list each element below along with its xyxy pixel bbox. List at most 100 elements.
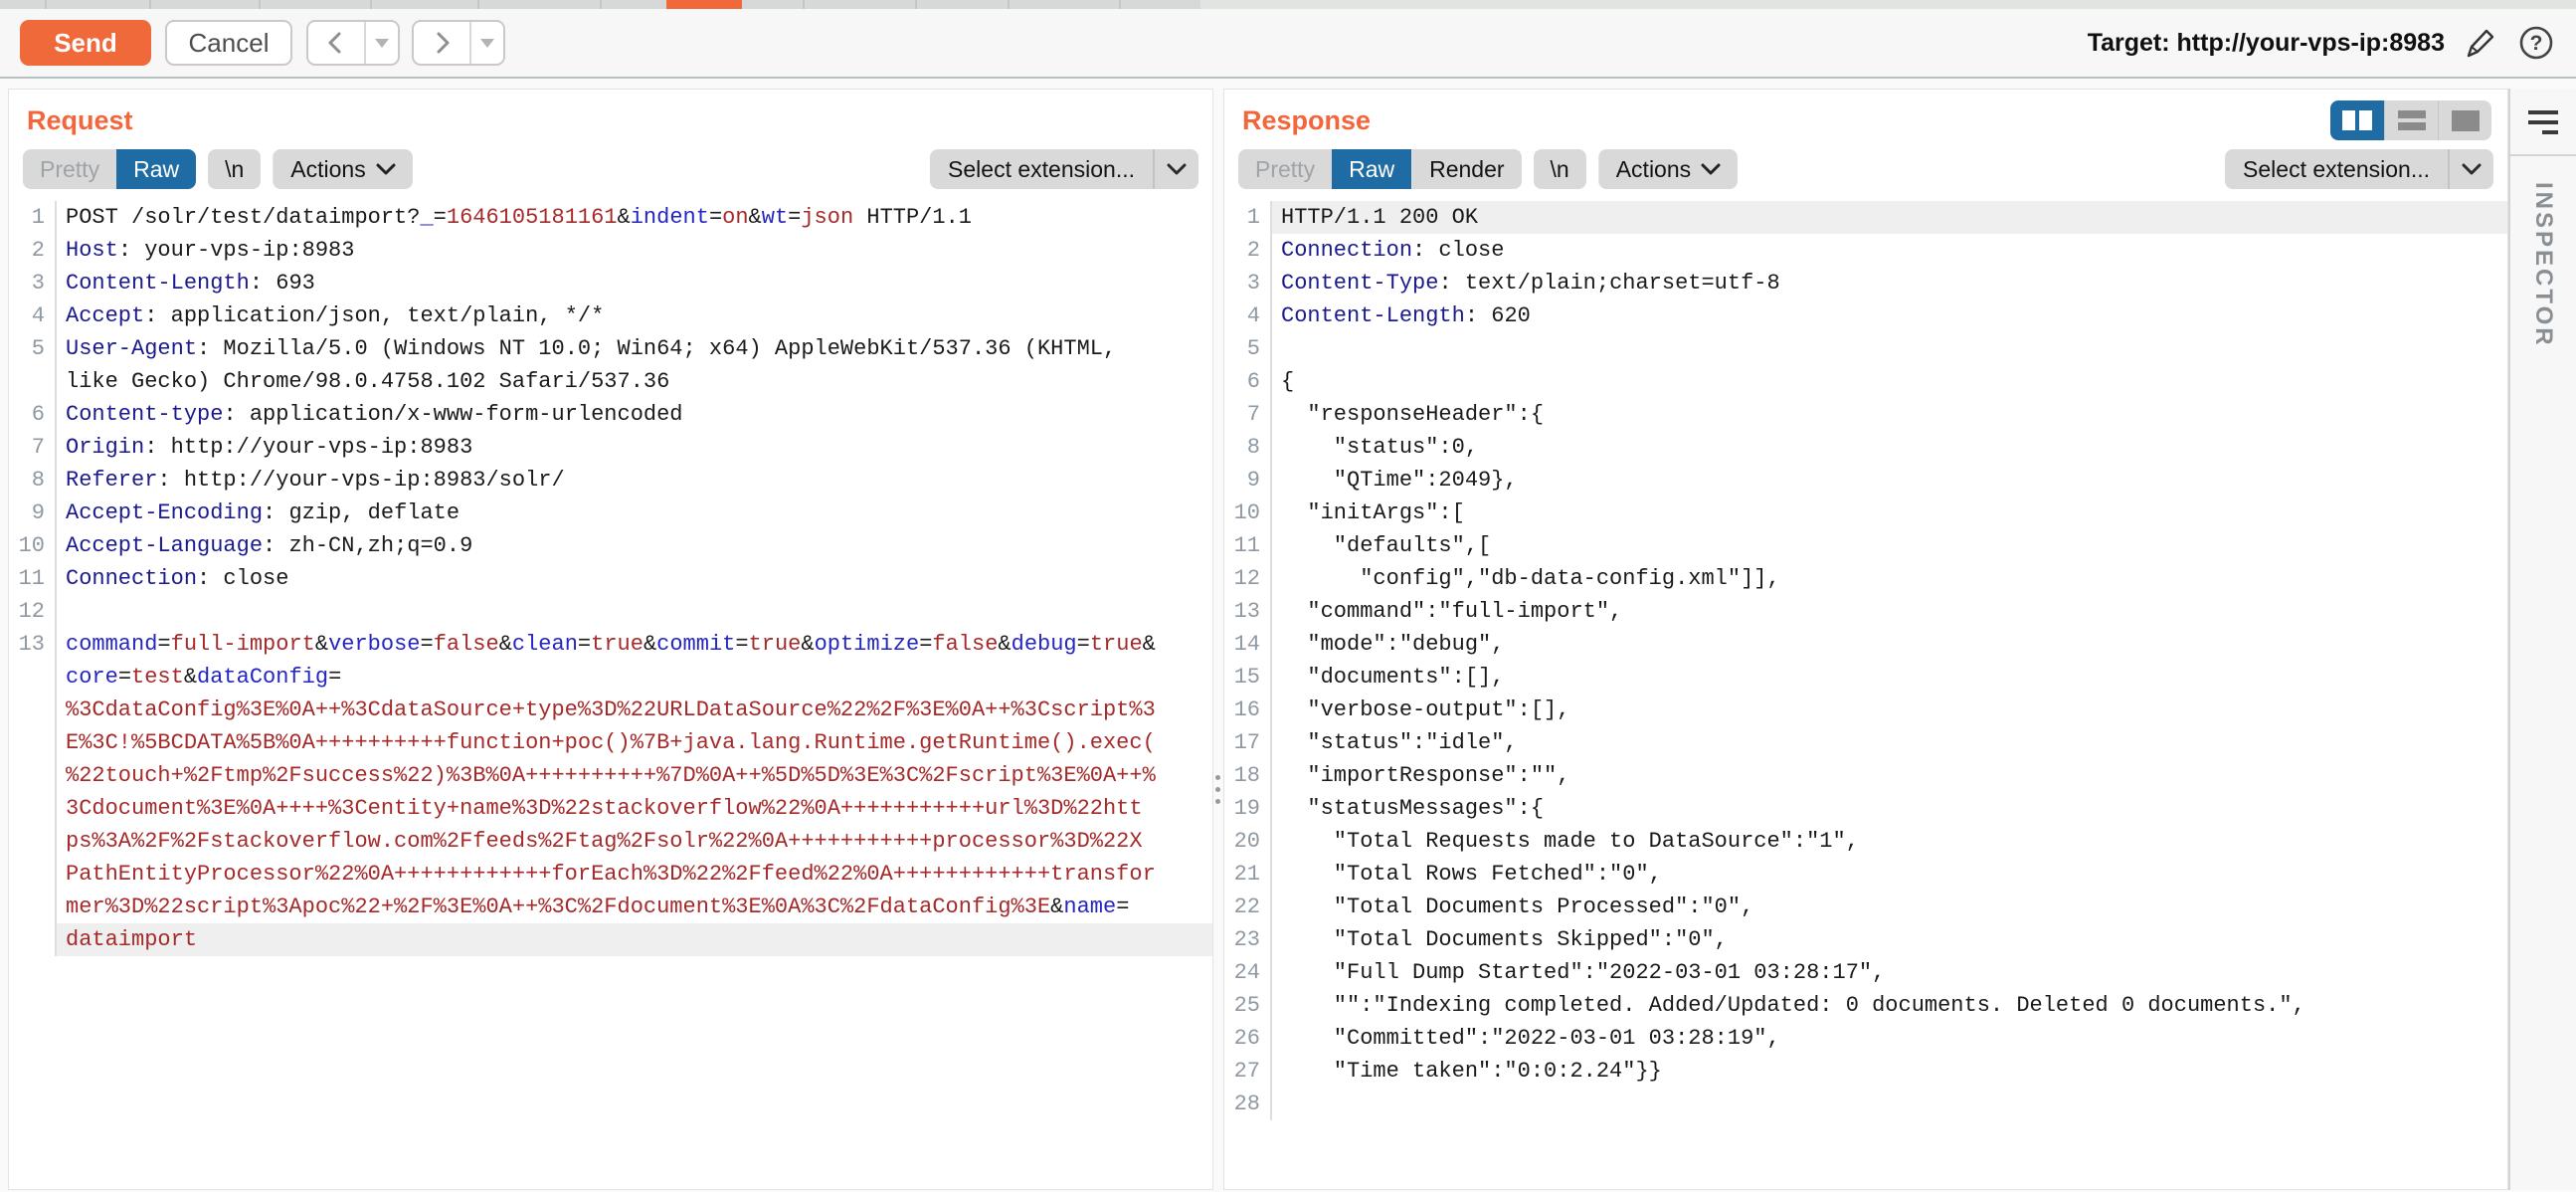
code-line[interactable]: 22 "Total Documents Processed":"0", bbox=[1224, 891, 2507, 923]
chevron-left-icon[interactable] bbox=[308, 22, 364, 64]
code-line[interactable]: 10Accept-Language: zh-CN,zh;q=0.9 bbox=[9, 529, 1212, 562]
code-line[interactable]: mer%3D%22script%3Apoc%22+%2F%3E%0A++%3C%… bbox=[9, 891, 1212, 923]
request-actions-button[interactable]: Actions bbox=[273, 149, 412, 189]
help-icon[interactable]: ? bbox=[2516, 23, 2556, 63]
chevron-down-icon[interactable] bbox=[2448, 149, 2493, 189]
tab-response-newline[interactable]: \n bbox=[1534, 149, 1586, 189]
tab-request-raw[interactable]: Raw bbox=[116, 149, 196, 189]
splitter-drag-handle-icon[interactable] bbox=[1215, 775, 1220, 804]
code-line[interactable]: 1HTTP/1.1 200 OK bbox=[1224, 201, 2507, 234]
code-text[interactable]: Content-Length: 693 bbox=[57, 267, 1212, 299]
code-text[interactable]: "Time taken":"0:0:2.24"}} bbox=[1272, 1055, 2507, 1088]
code-text[interactable]: "status":"idle", bbox=[1272, 726, 2507, 759]
code-text[interactable]: Connection: close bbox=[57, 562, 1212, 595]
code-line[interactable]: dataimport bbox=[9, 923, 1212, 956]
code-text[interactable]: "command":"full-import", bbox=[1272, 595, 2507, 628]
code-text[interactable]: HTTP/1.1 200 OK bbox=[1272, 201, 2507, 234]
code-line[interactable]: 1POST /solr/test/dataimport?_=1646105181… bbox=[9, 201, 1212, 234]
code-text[interactable]: E%3C!%5BCDATA%5B%0A++++++++++function+po… bbox=[57, 726, 1212, 759]
code-text[interactable]: "Total Rows Fetched":"0", bbox=[1272, 858, 2507, 891]
layout-stacked-button[interactable] bbox=[2384, 100, 2438, 140]
code-text[interactable]: "defaults",[ bbox=[1272, 529, 2507, 562]
code-text[interactable]: "Total Documents Skipped":"0", bbox=[1272, 923, 2507, 956]
code-line[interactable]: 10 "initArgs":[ bbox=[1224, 497, 2507, 529]
code-text[interactable]: "config","db-data-config.xml"]], bbox=[1272, 562, 2507, 595]
code-text[interactable]: like Gecko) Chrome/98.0.4758.102 Safari/… bbox=[57, 365, 1212, 398]
code-line[interactable]: 20 "Total Requests made to DataSource":"… bbox=[1224, 825, 2507, 858]
chevron-down-icon[interactable] bbox=[1153, 149, 1198, 189]
code-text[interactable]: "":"Indexing completed. Added/Updated: 0… bbox=[1272, 989, 2507, 1022]
code-line[interactable]: 19 "statusMessages":{ bbox=[1224, 792, 2507, 825]
code-text[interactable]: Accept-Language: zh-CN,zh;q=0.9 bbox=[57, 529, 1212, 562]
code-text[interactable]: 3Cdocument%3E%0A++++%3Centity+name%3D%22… bbox=[57, 792, 1212, 825]
chevron-right-icon[interactable] bbox=[414, 22, 469, 64]
code-line[interactable]: 5 bbox=[1224, 332, 2507, 365]
code-line[interactable]: 13 "command":"full-import", bbox=[1224, 595, 2507, 628]
code-line[interactable]: E%3C!%5BCDATA%5B%0A++++++++++function+po… bbox=[9, 726, 1212, 759]
previous-request-dropdown[interactable] bbox=[364, 22, 398, 64]
request-select-extension-dropdown[interactable]: Select extension... bbox=[930, 149, 1198, 189]
send-button[interactable]: Send bbox=[20, 20, 151, 66]
code-line[interactable]: %22touch+%2Ftmp%2Fsuccess%22)%3B%0A+++++… bbox=[9, 759, 1212, 792]
code-line[interactable]: 8Referer: http://your-vps-ip:8983/solr/ bbox=[9, 464, 1212, 497]
code-line[interactable]: 8 "status":0, bbox=[1224, 431, 2507, 464]
code-line[interactable]: 15 "documents":[], bbox=[1224, 661, 2507, 694]
code-text[interactable]: "importResponse":"", bbox=[1272, 759, 2507, 792]
response-actions-button[interactable]: Actions bbox=[1598, 149, 1738, 189]
code-text[interactable]: "Total Documents Processed":"0", bbox=[1272, 891, 2507, 923]
active-tab-indicator[interactable] bbox=[666, 0, 742, 9]
code-line[interactable]: 6Content-type: application/x-www-form-ur… bbox=[9, 398, 1212, 431]
code-line[interactable]: 12 bbox=[9, 595, 1212, 628]
code-text[interactable]: "QTime":2049}, bbox=[1272, 464, 2507, 497]
code-line[interactable]: 26 "Committed":"2022-03-01 03:28:19", bbox=[1224, 1022, 2507, 1055]
code-line[interactable]: 7 "responseHeader":{ bbox=[1224, 398, 2507, 431]
code-line[interactable]: 12 "config","db-data-config.xml"]], bbox=[1224, 562, 2507, 595]
code-text[interactable]: Referer: http://your-vps-ip:8983/solr/ bbox=[57, 464, 1212, 497]
code-line[interactable]: 27 "Time taken":"0:0:2.24"}} bbox=[1224, 1055, 2507, 1088]
code-text[interactable]: Content-Length: 620 bbox=[1272, 299, 2507, 332]
code-line[interactable]: PathEntityProcessor%22%0A++++++++++++for… bbox=[9, 858, 1212, 891]
response-select-extension-dropdown[interactable]: Select extension... bbox=[2225, 149, 2493, 189]
code-text[interactable]: Origin: http://your-vps-ip:8983 bbox=[57, 431, 1212, 464]
code-line[interactable]: 6{ bbox=[1224, 365, 2507, 398]
code-line[interactable]: 18 "importResponse":"", bbox=[1224, 759, 2507, 792]
code-line[interactable]: 3Content-Type: text/plain;charset=utf-8 bbox=[1224, 267, 2507, 299]
code-text[interactable]: Content-type: application/x-www-form-url… bbox=[57, 398, 1212, 431]
code-line[interactable]: 11Connection: close bbox=[9, 562, 1212, 595]
previous-request-button[interactable] bbox=[306, 20, 400, 66]
code-text[interactable]: Accept-Encoding: gzip, deflate bbox=[57, 497, 1212, 529]
code-line[interactable]: 7Origin: http://your-vps-ip:8983 bbox=[9, 431, 1212, 464]
tab-request-pretty[interactable]: Pretty bbox=[23, 149, 116, 189]
code-line[interactable]: 16 "verbose-output":[], bbox=[1224, 694, 2507, 726]
code-text[interactable]: core=test&dataConfig= bbox=[57, 661, 1212, 694]
layout-side-by-side-button[interactable] bbox=[2330, 100, 2384, 140]
code-text[interactable]: "responseHeader":{ bbox=[1272, 398, 2507, 431]
code-text[interactable]: %22touch+%2Ftmp%2Fsuccess%22)%3B%0A+++++… bbox=[57, 759, 1212, 792]
next-request-button[interactable] bbox=[412, 20, 505, 66]
code-text[interactable]: command=full-import&verbose=false&clean=… bbox=[57, 628, 1212, 661]
code-line[interactable]: core=test&dataConfig= bbox=[9, 661, 1212, 694]
tab-response-pretty[interactable]: Pretty bbox=[1238, 149, 1332, 189]
code-text[interactable]: "Total Requests made to DataSource":"1", bbox=[1272, 825, 2507, 858]
code-text[interactable]: "verbose-output":[], bbox=[1272, 694, 2507, 726]
code-text[interactable]: "documents":[], bbox=[1272, 661, 2507, 694]
response-editor[interactable]: 1HTTP/1.1 200 OK2Connection: close3Conte… bbox=[1224, 201, 2507, 1120]
code-text[interactable]: "Full Dump Started":"2022-03-01 03:28:17… bbox=[1272, 956, 2507, 989]
cancel-button[interactable]: Cancel bbox=[165, 20, 292, 66]
code-line[interactable]: 3Content-Length: 693 bbox=[9, 267, 1212, 299]
code-line[interactable]: 11 "defaults",[ bbox=[1224, 529, 2507, 562]
code-line[interactable]: 9 "QTime":2049}, bbox=[1224, 464, 2507, 497]
code-text[interactable] bbox=[1272, 1088, 2507, 1120]
code-line[interactable]: 9Accept-Encoding: gzip, deflate bbox=[9, 497, 1212, 529]
tab-response-raw[interactable]: Raw bbox=[1332, 149, 1411, 189]
code-text[interactable]: User-Agent: Mozilla/5.0 (Windows NT 10.0… bbox=[57, 332, 1212, 365]
code-text[interactable]: ps%3A%2F%2Fstackoverflow.com%2Ffeeds%2Ft… bbox=[57, 825, 1212, 858]
edit-target-pencil-icon[interactable] bbox=[2463, 25, 2498, 61]
code-text[interactable]: "Committed":"2022-03-01 03:28:19", bbox=[1272, 1022, 2507, 1055]
code-text[interactable]: PathEntityProcessor%22%0A++++++++++++for… bbox=[57, 858, 1212, 891]
code-text[interactable]: mer%3D%22script%3Apoc%22+%2F%3E%0A++%3C%… bbox=[57, 891, 1212, 923]
tab-response-render[interactable]: Render bbox=[1411, 149, 1521, 189]
code-line[interactable]: 5User-Agent: Mozilla/5.0 (Windows NT 10.… bbox=[9, 332, 1212, 365]
code-line[interactable]: 24 "Full Dump Started":"2022-03-01 03:28… bbox=[1224, 956, 2507, 989]
code-line[interactable]: ps%3A%2F%2Fstackoverflow.com%2Ffeeds%2Ft… bbox=[9, 825, 1212, 858]
